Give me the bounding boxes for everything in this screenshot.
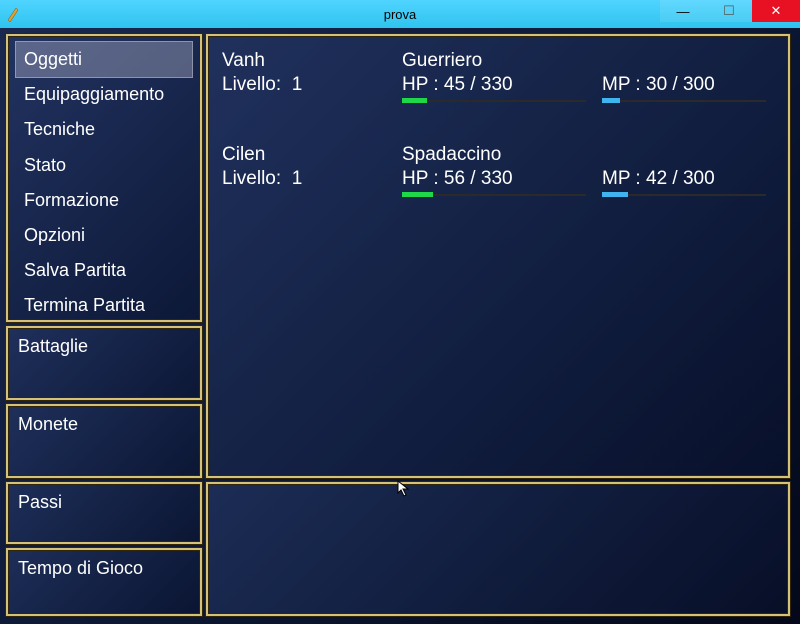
menu-item-label: Termina Partita bbox=[24, 295, 145, 315]
menu-item-formation[interactable]: Formazione bbox=[16, 183, 192, 218]
steps-label: Passi bbox=[18, 492, 190, 513]
playtime-panel: Tempo di Gioco bbox=[6, 548, 202, 616]
character-class: Guerriero bbox=[402, 50, 602, 72]
hp-gauge-bg bbox=[402, 100, 586, 102]
character-slot[interactable]: Vanh Guerriero Livello: 1 HP : 45 / 330 … bbox=[222, 50, 774, 96]
menu-item-items[interactable]: Oggetti bbox=[16, 42, 192, 77]
character-slot[interactable]: Cilen Spadaccino Livello: 1 HP : 56 / 33… bbox=[222, 144, 774, 190]
mp-gauge-fill bbox=[602, 98, 620, 103]
character-mp: MP : 30 / 300 bbox=[602, 74, 782, 96]
app-icon bbox=[6, 6, 22, 22]
window-buttons: — ☐ ✕ bbox=[660, 0, 800, 22]
main-menu-panel: Oggetti Equipaggiamento Tecniche Stato F… bbox=[6, 34, 202, 322]
character-class: Spadaccino bbox=[402, 144, 602, 166]
hp-gauge-fill bbox=[402, 192, 433, 197]
mp-gauge-bg bbox=[602, 100, 766, 102]
character-hp: HP : 45 / 330 bbox=[402, 74, 602, 96]
menu-item-label: Formazione bbox=[24, 190, 119, 210]
menu-item-label: Stato bbox=[24, 155, 66, 175]
close-button[interactable]: ✕ bbox=[752, 0, 800, 22]
menu-item-label: Opzioni bbox=[24, 225, 85, 245]
coins-panel: Monete bbox=[6, 404, 202, 478]
menu-item-options[interactable]: Opzioni bbox=[16, 218, 192, 253]
menu-item-equipment[interactable]: Equipaggiamento bbox=[16, 77, 192, 112]
menu-item-save[interactable]: Salva Partita bbox=[16, 253, 192, 288]
window-title: prova bbox=[384, 7, 417, 22]
mp-gauge-fill bbox=[602, 192, 628, 197]
menu-item-label: Equipaggiamento bbox=[24, 84, 164, 104]
minimize-button[interactable]: — bbox=[660, 0, 706, 22]
character-name: Vanh bbox=[222, 50, 402, 72]
character-level: Livello: 1 bbox=[222, 74, 402, 96]
menu-item-end-game[interactable]: Termina Partita bbox=[16, 288, 192, 323]
steps-panel: Passi bbox=[6, 482, 202, 544]
character-name: Cilen bbox=[222, 144, 402, 166]
battles-panel: Battaglie bbox=[6, 326, 202, 400]
menu-item-label: Oggetti bbox=[24, 49, 82, 69]
battles-label: Battaglie bbox=[18, 336, 190, 357]
character-hp: HP : 56 / 330 bbox=[402, 168, 602, 190]
menu-item-techniques[interactable]: Tecniche bbox=[16, 112, 192, 147]
menu-item-status[interactable]: Stato bbox=[16, 148, 192, 183]
party-panel: Vanh Guerriero Livello: 1 HP : 45 / 330 … bbox=[206, 34, 790, 478]
coins-label: Monete bbox=[18, 414, 190, 435]
help-panel bbox=[206, 482, 790, 616]
playtime-label: Tempo di Gioco bbox=[18, 558, 190, 579]
menu-item-label: Salva Partita bbox=[24, 260, 126, 280]
maximize-button[interactable]: ☐ bbox=[706, 0, 752, 22]
menu-item-label: Tecniche bbox=[24, 119, 95, 139]
window-titlebar: prova — ☐ ✕ bbox=[0, 0, 800, 28]
character-mp: MP : 42 / 300 bbox=[602, 168, 782, 190]
character-level: Livello: 1 bbox=[222, 168, 402, 190]
game-viewport: Oggetti Equipaggiamento Tecniche Stato F… bbox=[0, 28, 800, 624]
hp-gauge-fill bbox=[402, 98, 427, 103]
